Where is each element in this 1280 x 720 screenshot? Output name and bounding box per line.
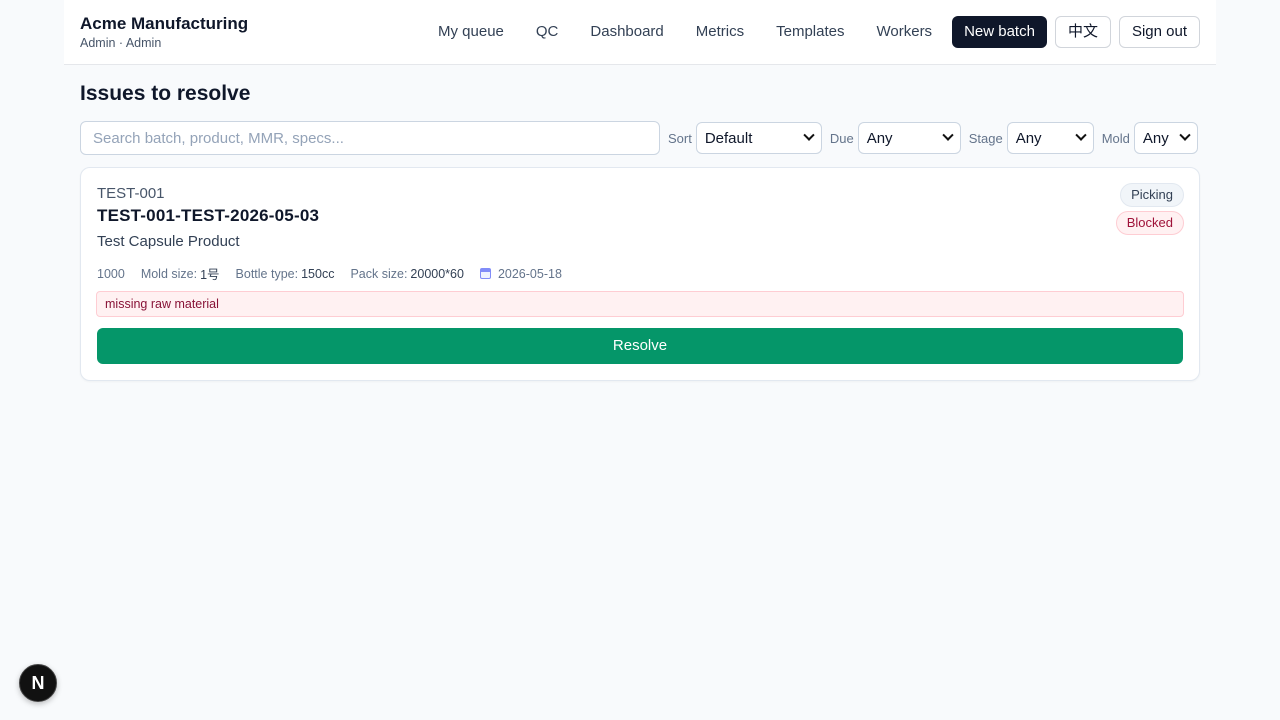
issue-note: missing raw material [96, 291, 1184, 317]
batch-name: TEST-001-TEST-2026-05-03 [97, 206, 320, 225]
sort-select[interactable]: Default [695, 122, 822, 154]
nav-qc[interactable]: QC [520, 16, 575, 48]
stage-label: Stage [968, 130, 1003, 146]
new-batch-button[interactable]: New batch [952, 16, 1047, 48]
mold-size-label: Mold size: [140, 266, 198, 281]
nav-templates[interactable]: Templates [760, 16, 860, 48]
mold-size-value: 1号 [200, 268, 220, 282]
due-label: Due [829, 130, 854, 146]
nav-dashboard[interactable]: Dashboard [574, 16, 679, 48]
chevron-down-icon [803, 129, 815, 141]
sign-out-button[interactable]: Sign out [1118, 16, 1200, 48]
calendar-icon [479, 268, 491, 279]
language-toggle-button[interactable]: 中文 [1054, 16, 1111, 48]
mold-label: Mold [1101, 130, 1130, 146]
due-select[interactable]: Any [857, 122, 961, 154]
product-name: Test Capsule Product [97, 233, 240, 250]
chevron-down-icon [942, 129, 954, 141]
status-badge: Blocked [1115, 211, 1184, 235]
stage-select[interactable]: Any [1006, 122, 1094, 154]
bottle-type-value: 150cc [301, 266, 335, 281]
brand: Acme Manufacturing Admin · Admin [80, 13, 248, 51]
bottle-type: Bottle type: 150cc [236, 267, 335, 281]
batch-meta: 1000 Mold size: 1号 Bottle type: 150cc Pa… [97, 264, 578, 283]
pack-size: Pack size: 20000*60 [350, 267, 464, 281]
bottle-type-label: Bottle type: [235, 266, 299, 281]
sort-label: Sort [668, 130, 692, 146]
dev-tools-button[interactable]: N [19, 664, 57, 702]
filter-bar: Sort Default Due Any Stage Any Mold Any [80, 121, 1200, 155]
page-title: Issues to resolve [80, 82, 251, 105]
user-role: Admin · Admin [80, 36, 162, 50]
page: Acme Manufacturing Admin · Admin My queu… [0, 0, 1280, 720]
stage-select-value: Any [1015, 129, 1042, 147]
nav-my-queue[interactable]: My queue [422, 16, 520, 48]
app-title: Acme Manufacturing [80, 14, 249, 33]
resolve-button[interactable]: Resolve [97, 328, 1183, 364]
mold-select-value: Any [1142, 129, 1169, 147]
pack-size-value: 20000*60 [410, 266, 464, 281]
due-date: 2026-05-18 [479, 266, 562, 281]
status-badges: Picking Blocked [1115, 183, 1184, 235]
sort-select-value: Default [704, 129, 753, 147]
search-input[interactable] [80, 121, 660, 155]
main-nav: My queue QC Dashboard Metrics Templates … [422, 16, 1200, 48]
chevron-down-icon [1075, 129, 1087, 141]
mold-select[interactable]: Any [1133, 122, 1198, 154]
due-date-value: 2026-05-18 [497, 266, 562, 281]
batch-card: TEST-001 TEST-001-TEST-2026-05-03 Test C… [80, 167, 1200, 381]
stage-badge: Picking [1120, 183, 1184, 207]
nav-metrics[interactable]: Metrics [680, 16, 760, 48]
top-header: Acme Manufacturing Admin · Admin My queu… [64, 0, 1216, 65]
mold-size: Mold size: 1号 [141, 264, 220, 283]
dev-badge-letter: N [31, 672, 45, 693]
due-select-value: Any [866, 129, 893, 147]
nav-workers[interactable]: Workers [861, 16, 949, 48]
pack-size-label: Pack size: [350, 266, 408, 281]
chevron-down-icon [1179, 129, 1191, 141]
batch-code: TEST-001 [97, 185, 165, 202]
quantity: 1000 [97, 266, 125, 281]
